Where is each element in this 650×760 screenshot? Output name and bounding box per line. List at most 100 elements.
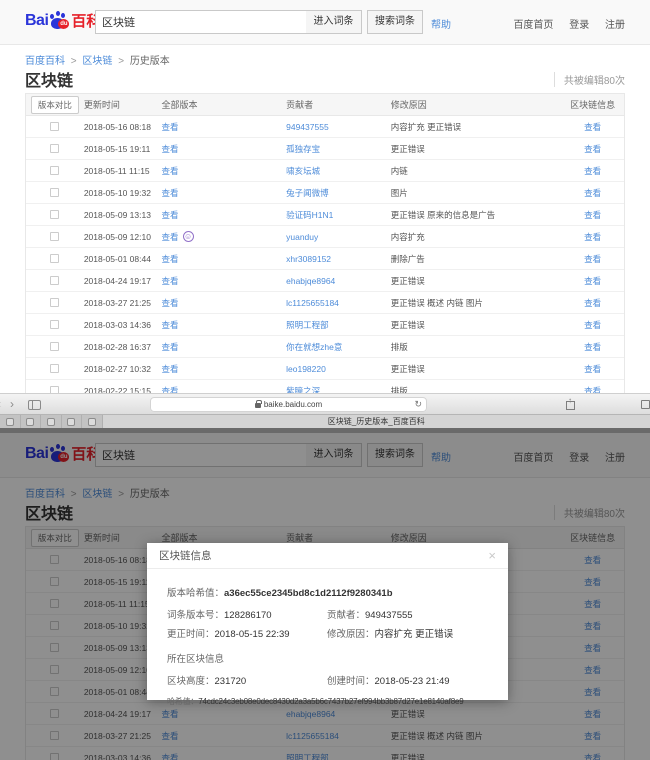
- view-version-link[interactable]: 查看: [162, 121, 179, 133]
- view-version-link[interactable]: 查看: [162, 319, 179, 331]
- pinned-tab[interactable]: [41, 415, 62, 428]
- breadcrumb-current: 历史版本: [129, 56, 170, 67]
- breadcrumb-root[interactable]: 百度百科: [25, 56, 65, 67]
- view-version-link[interactable]: 查看: [162, 385, 179, 394]
- reason-cell: 更正错误: [390, 275, 425, 286]
- view-blockchain-info-link[interactable]: 查看: [584, 166, 601, 176]
- col-header-all-versions: 全部版本: [161, 100, 198, 110]
- view-blockchain-info-link[interactable]: 查看: [584, 188, 601, 198]
- breadcrumb-separator: >: [118, 56, 125, 67]
- search-entry-button[interactable]: 搜索词条: [367, 10, 423, 34]
- version-checkbox[interactable]: [50, 188, 60, 197]
- version-hash-label: 版本哈希值：: [167, 588, 225, 599]
- address-bar[interactable]: baike.baidu.com ↻: [150, 397, 427, 412]
- view-version-link[interactable]: 查看: [162, 275, 179, 287]
- view-version-link[interactable]: 查看: [162, 209, 179, 221]
- reason-cell: 更正错误: [390, 363, 425, 374]
- help-link[interactable]: 帮助: [431, 16, 451, 31]
- field-label: 贡献者：: [327, 610, 366, 621]
- version-checkbox[interactable]: [50, 276, 60, 285]
- contributor-link[interactable]: 949437555: [286, 122, 329, 132]
- contributor-link[interactable]: 紫瞳之深: [286, 386, 320, 394]
- contributor-link[interactable]: 兔子闻微博: [286, 188, 329, 198]
- col-header-blockchain-info: 区块链信息: [570, 100, 616, 110]
- view-version-link[interactable]: 查看: [162, 341, 179, 353]
- view-version-link[interactable]: 查看: [162, 187, 179, 199]
- field-value: 949437555: [365, 610, 413, 621]
- breadcrumb-entry[interactable]: 区块链: [82, 56, 112, 67]
- version-checkbox[interactable]: [50, 232, 60, 241]
- view-blockchain-info-link[interactable]: 查看: [584, 320, 601, 330]
- version-checkbox[interactable]: [50, 210, 60, 219]
- field-label: 词条版本号：: [167, 610, 225, 621]
- search-input[interactable]: [95, 10, 307, 34]
- logo-text-du: du: [58, 18, 70, 29]
- contributor-link[interactable]: leo198220: [286, 364, 326, 374]
- homepage-link[interactable]: 百度首页: [513, 20, 553, 31]
- contributor-link[interactable]: lc1125655184: [286, 298, 339, 308]
- table-row: 2018-05-09 13:13 查看 验证码H1N1 更正错误 原来的信息是广…: [26, 204, 624, 226]
- table-row: 2018-05-01 08:44 查看 xhr3089152 删除广告 查看: [26, 248, 624, 270]
- contributor-link[interactable]: 孤独存宝: [286, 144, 320, 154]
- block-hash-row: 哈希值：74cdc24c3eb08e0dec8430d2a3a5b6c7437b…: [167, 696, 488, 707]
- version-checkbox[interactable]: [50, 254, 60, 263]
- reason-cell: 更正错误: [390, 143, 425, 154]
- active-tab[interactable]: 区块链_历史版本_百度百科: [102, 415, 650, 428]
- reason-cell: 内容扩充: [390, 231, 425, 242]
- view-blockchain-info-link[interactable]: 查看: [584, 386, 601, 394]
- view-version-link[interactable]: 查看: [162, 231, 179, 243]
- register-link[interactable]: 注册: [605, 20, 625, 31]
- contributor-link[interactable]: xhr3089152: [286, 254, 331, 264]
- contributor-link[interactable]: yuanduy: [286, 232, 318, 242]
- version-checkbox[interactable]: [50, 122, 60, 131]
- pinned-tab[interactable]: [0, 415, 21, 428]
- version-checkbox[interactable]: [50, 342, 60, 351]
- view-blockchain-info-link[interactable]: 查看: [584, 122, 601, 132]
- version-checkbox[interactable]: [50, 386, 60, 393]
- site-header: Bai du 百科 进入词条 搜索词条 帮助 百度首页 登录 注册: [0, 0, 650, 45]
- contributor-link[interactable]: 验证码H1N1: [286, 210, 333, 220]
- view-version-link[interactable]: 查看: [162, 363, 179, 375]
- version-checkbox[interactable]: [50, 364, 60, 373]
- view-version-link[interactable]: 查看: [162, 143, 179, 155]
- login-link[interactable]: 登录: [569, 20, 589, 31]
- view-version-link[interactable]: 查看: [162, 297, 179, 309]
- view-blockchain-info-link[interactable]: 查看: [584, 364, 601, 374]
- pinned-tab[interactable]: [61, 415, 82, 428]
- version-checkbox[interactable]: [50, 166, 60, 175]
- view-blockchain-info-link[interactable]: 查看: [584, 210, 601, 220]
- back-button[interactable]: ‹: [0, 397, 1, 411]
- reload-icon[interactable]: ↻: [414, 399, 422, 410]
- pinned-tab[interactable]: [82, 415, 103, 428]
- view-blockchain-info-link[interactable]: 查看: [584, 232, 601, 242]
- sidebar-toggle-icon[interactable]: [28, 400, 41, 410]
- contributor-link[interactable]: 你在就想zhe意: [286, 342, 342, 352]
- update-time-cell: 2018-02-28 16:37: [83, 341, 151, 352]
- compare-versions-button[interactable]: 版本对比: [30, 95, 79, 114]
- field-label: 区块高度：: [167, 676, 215, 687]
- edit-count-label: 共被编辑80次: [553, 72, 625, 87]
- view-version-link[interactable]: 查看: [162, 253, 179, 265]
- baidu-baike-logo[interactable]: Bai du 百科: [25, 10, 101, 31]
- view-blockchain-info-link[interactable]: 查看: [584, 298, 601, 308]
- view-version-link[interactable]: 查看: [162, 165, 179, 177]
- pinned-tab[interactable]: [20, 415, 41, 428]
- version-checkbox[interactable]: [50, 320, 60, 329]
- view-blockchain-info-link[interactable]: 查看: [584, 254, 601, 264]
- forward-button[interactable]: ›: [10, 397, 14, 411]
- share-icon[interactable]: [566, 396, 575, 410]
- close-icon[interactable]: ×: [488, 549, 496, 562]
- version-checkbox[interactable]: [50, 144, 60, 153]
- contributor-link[interactable]: 照明工程部: [286, 320, 329, 330]
- version-checkbox[interactable]: [50, 298, 60, 307]
- view-blockchain-info-link[interactable]: 查看: [584, 276, 601, 286]
- enter-entry-button[interactable]: 进入词条: [306, 10, 362, 34]
- table-row: 2018-03-03 14:36 查看 照明工程部 更正错误 查看: [26, 314, 624, 336]
- tab-overview-icon[interactable]: [641, 400, 650, 409]
- pinned-tab-favicon: [87, 417, 96, 426]
- contributor-link[interactable]: 啸亥坛城: [286, 166, 320, 176]
- contributor-link[interactable]: ehabjqe8964: [286, 276, 335, 286]
- view-blockchain-info-link[interactable]: 查看: [584, 144, 601, 154]
- view-blockchain-info-link[interactable]: 查看: [584, 342, 601, 352]
- pinned-tab-favicon: [46, 417, 55, 426]
